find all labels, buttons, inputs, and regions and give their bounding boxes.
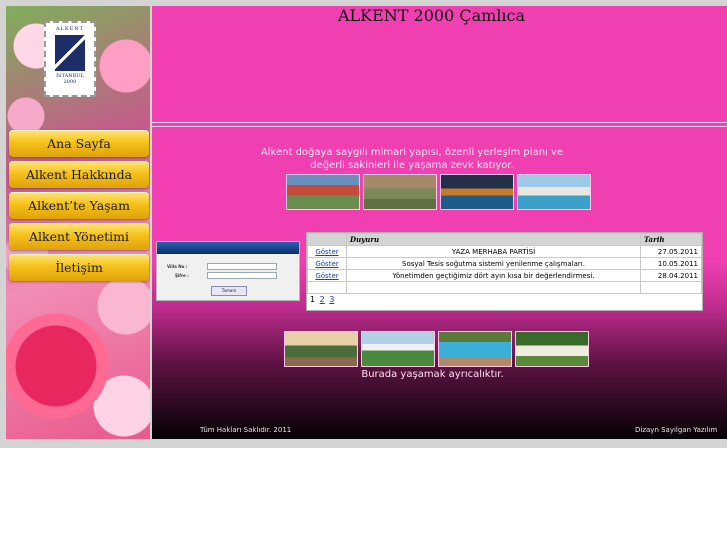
villa-photo xyxy=(515,331,589,367)
table-row: Göster YAZA MERHABA PARTİSİ 27.05.2011 xyxy=(307,245,702,258)
page-link[interactable]: 2 xyxy=(320,295,325,304)
header-duyuru: Duyuru xyxy=(346,233,641,246)
villa-photo xyxy=(517,174,591,210)
menu-item-alkent-hakkinda[interactable]: Alkent Hakkında xyxy=(9,161,149,188)
logo-top-text: ALKENT xyxy=(55,26,85,32)
show-link[interactable]: Göster xyxy=(315,272,338,280)
notice-date: 27.05.2011 xyxy=(640,245,702,258)
password-label: Şifre : xyxy=(175,273,189,278)
menu-item-iletisim[interactable]: İletişim xyxy=(9,254,149,281)
menu-item-ana-sayfa[interactable]: Ana Sayfa xyxy=(9,130,149,157)
pagination: 1 2 3 xyxy=(310,295,334,304)
notice-title: Sosyal Tesis soğutma sistemi yenilenme ç… xyxy=(346,257,641,270)
notices-table: Duyuru Tarih Göster YAZA MERHABA PARTİSİ… xyxy=(306,232,703,311)
menu-item-alkent-yonetimi[interactable]: Alkent Yönetimi xyxy=(9,223,149,250)
notice-date: 28.04.2011 xyxy=(640,269,702,282)
table-header-row: Duyuru Tarih xyxy=(307,233,702,246)
site-title: ALKENT 2000 Çamlıca xyxy=(337,6,526,25)
notice-date: 10.05.2011 xyxy=(640,257,702,270)
notice-title: YAZA MERHABA PARTİSİ xyxy=(346,245,641,258)
password-input[interactable] xyxy=(207,272,277,279)
login-panel-header xyxy=(157,242,299,254)
pool-photo xyxy=(440,174,514,210)
tagline: Alkent doğaya saygılı mimari yapısı, öze… xyxy=(260,147,564,171)
page-frame: ALKENT İSTANBUL 2000 Ana Sayfa Alkent Ha… xyxy=(0,0,727,448)
divider-line xyxy=(152,126,727,127)
table-row: Göster Yönetimden geçtiğimiz dört ayın k… xyxy=(307,269,702,282)
show-link[interactable]: Göster xyxy=(315,248,338,256)
garden-photo xyxy=(361,331,435,367)
page-link[interactable]: 3 xyxy=(329,295,334,304)
page-current: 1 xyxy=(310,295,316,304)
villa-no-input[interactable] xyxy=(207,263,277,270)
main-content: ALKENT 2000 Çamlıca Alkent doğaya saygıl… xyxy=(152,6,727,439)
villa-no-label: Villa No : xyxy=(167,264,188,269)
garden-photo xyxy=(284,331,358,367)
notice-title: Yönetimden geçtiğimiz dört ayın kısa bir… xyxy=(346,269,641,282)
menu-item-alkentte-yasam[interactable]: Alkent’te Yaşam xyxy=(9,192,149,219)
slogan: Burada yaşamak ayrıcalıktır. xyxy=(361,369,504,380)
sidebar: ALKENT İSTANBUL 2000 Ana Sayfa Alkent Ha… xyxy=(6,6,150,439)
alkent-logo[interactable]: ALKENT İSTANBUL 2000 xyxy=(44,21,96,97)
pool-photo xyxy=(438,331,512,367)
table-row: Göster Sosyal Tesis soğutma sistemi yeni… xyxy=(307,257,702,270)
login-submit-button[interactable]: Tamam xyxy=(211,286,247,296)
show-link[interactable]: Göster xyxy=(315,260,338,268)
empty-header-cell xyxy=(307,233,347,246)
divider-line xyxy=(152,122,727,123)
villa-photo xyxy=(363,174,437,210)
logo-mark-icon xyxy=(55,35,85,71)
footer-designer[interactable]: Dizayn Sayılgan Yazılım xyxy=(635,426,717,434)
login-panel: Villa No : Şifre : Tamam xyxy=(156,241,300,301)
villa-photo xyxy=(286,174,360,210)
logo-year-text: 2000 xyxy=(63,79,77,85)
table-row-empty xyxy=(307,281,702,294)
header-tarih: Tarih xyxy=(640,233,702,246)
footer-copyright: Tüm Hakları Saklıdır. 2011 xyxy=(200,426,292,434)
